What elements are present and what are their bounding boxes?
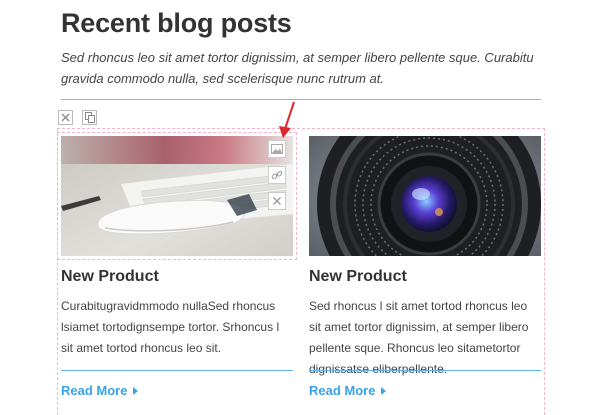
image-controls — [268, 140, 286, 210]
section-subtitle: Sed rhoncus leo sit amet tortor dignissi… — [61, 50, 534, 86]
keyboard-mouse-photo — [61, 136, 293, 256]
annotation-arrow-icon — [279, 101, 295, 138]
post-image-keyboard[interactable] — [61, 136, 293, 256]
widget-copy-button[interactable] — [82, 110, 97, 125]
post-divider — [61, 370, 293, 371]
read-more-label: Read More — [309, 383, 376, 398]
post-divider — [309, 370, 541, 371]
link-icon — [271, 170, 283, 180]
post-excerpt: Curabitugravidmmodo nullaSed rhoncus lsi… — [61, 299, 280, 355]
replace-image-button[interactable] — [268, 140, 286, 158]
read-more-link[interactable]: Read More — [309, 383, 387, 398]
post-title[interactable]: New Product — [61, 268, 159, 286]
section-divider — [61, 99, 541, 100]
read-more-link[interactable]: Read More — [61, 383, 139, 398]
image-icon — [271, 144, 283, 154]
close-icon — [61, 113, 70, 122]
caret-right-icon — [133, 386, 139, 395]
close-icon — [273, 197, 281, 205]
camera-lens-photo — [309, 136, 541, 256]
read-more-label: Read More — [61, 383, 128, 398]
caret-right-icon — [381, 386, 387, 395]
section-title: Recent blog posts — [61, 8, 292, 38]
remove-image-button[interactable] — [268, 192, 286, 210]
copy-icon — [84, 112, 95, 123]
widget-remove-button[interactable] — [58, 110, 73, 125]
link-image-button[interactable] — [268, 166, 286, 184]
post-excerpt: Sed rhoncus l sit amet tortod rhoncus le… — [309, 299, 529, 376]
post-title[interactable]: New Product — [309, 268, 407, 286]
post-image-lens[interactable] — [309, 136, 541, 256]
